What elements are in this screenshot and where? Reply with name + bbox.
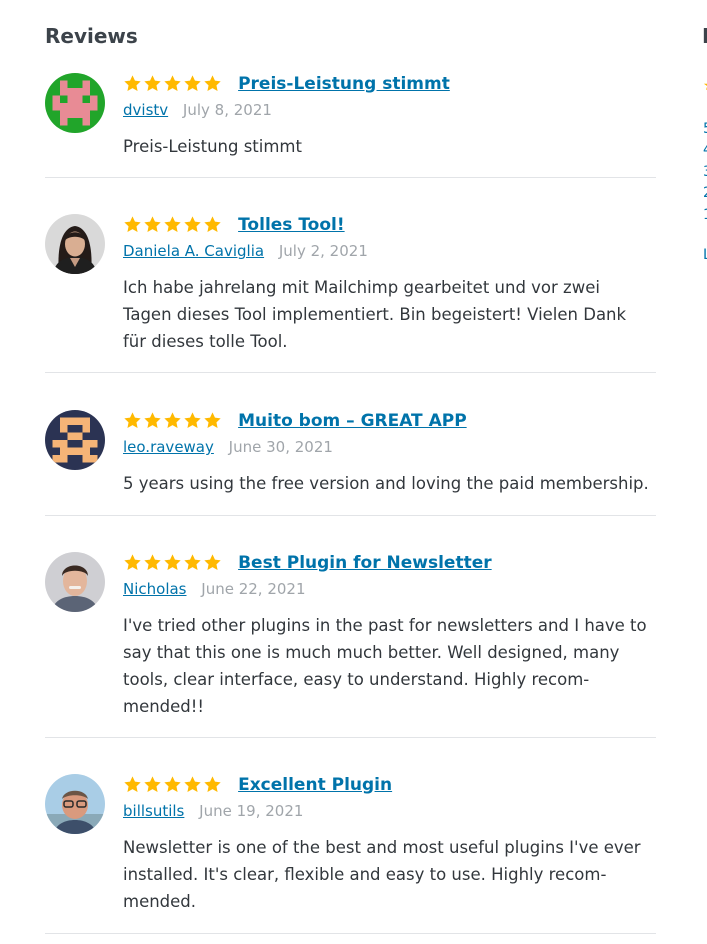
review-item: Best Plugin for Newsletter Nicholas June… [45, 552, 656, 738]
review-item: Tolles Tool! Daniela A. Caviglia July 2,… [45, 214, 656, 373]
review-body: Newsletter is one of the best and most u… [123, 834, 663, 915]
review-body: Ich habe jahrelang mit Mailchimp gearbei… [123, 274, 663, 355]
star-icon [204, 776, 221, 792]
sidebar-link-fragment[interactable]: L [703, 247, 707, 263]
review-item: Preis-Leistung stimmt dvistv July 8, 202… [45, 73, 656, 178]
avatar[interactable] [45, 774, 105, 834]
star-icon [144, 216, 161, 232]
star-icon [164, 776, 181, 792]
rating-filter-5[interactable]: 5 [703, 121, 707, 137]
ratings-heading-fragment: I [702, 24, 707, 48]
review-body-line: Preis-Leistung stimmt [123, 137, 302, 156]
rating-stars [123, 775, 222, 794]
review-body: Preis-Leistung stimmt [123, 133, 663, 160]
rating-stars [123, 215, 222, 234]
review-date: June 22, 2021 [201, 580, 306, 598]
star-icon [184, 776, 201, 792]
review-body-line: Newsletter is one of the best and most u… [123, 838, 641, 857]
rating-stars [123, 74, 222, 93]
rating-filter-3[interactable]: 3 [703, 164, 707, 180]
star-icon [184, 412, 201, 428]
star-icon [164, 554, 181, 570]
rating-stars [123, 553, 222, 572]
star-icon [124, 554, 141, 570]
review-author-link[interactable]: Nicholas [123, 580, 187, 598]
star-icon [144, 75, 161, 91]
avatar[interactable] [45, 214, 105, 274]
star-icon [124, 776, 141, 792]
review-body-line: I've tried other plugins in the past for… [123, 616, 647, 635]
photo-woman [45, 214, 105, 274]
star-icon [164, 412, 181, 428]
star-icon [144, 554, 161, 570]
star-icon [124, 75, 141, 91]
review-date: June 30, 2021 [228, 438, 333, 456]
reviews-heading: Reviews [45, 24, 138, 48]
review-title-link[interactable]: Excellent Plugin [238, 775, 392, 795]
review-body: 5 years using the free version and lovin… [123, 470, 663, 497]
avatar[interactable] [45, 73, 105, 133]
review-title-link[interactable]: Best Plugin for Newsletter [238, 553, 492, 573]
avatar[interactable] [45, 410, 105, 470]
review-body-line: für dieses tolle Tool. [123, 332, 288, 351]
review-author-link[interactable]: leo.raveway [123, 438, 214, 456]
star-icon [164, 75, 181, 91]
review-title-link[interactable]: Preis-Leistung stimmt [238, 74, 450, 94]
star-icon [184, 216, 201, 232]
review-body-line: installed. It's clear, flexible and easy… [123, 865, 607, 884]
rating-filter-1[interactable]: 1 [703, 207, 707, 223]
review-author-link[interactable]: dvistv [123, 101, 168, 119]
review-body-line: 5 years using the free version and lovin… [123, 474, 649, 493]
star-icon [144, 412, 161, 428]
photo-man-glasses [45, 774, 105, 834]
identicon-green [45, 73, 105, 133]
review-body-line: mended!! [123, 697, 205, 716]
review-body: I've tried other plugins in the past for… [123, 612, 663, 720]
review-body-line: Ich habe jahrelang mit Mailchimp gearbei… [123, 278, 600, 297]
star-icon [204, 75, 221, 91]
review-date: July 2, 2021 [278, 242, 368, 260]
review-body-line: tools, clear interface, easy to understa… [123, 670, 590, 689]
star-icon [124, 216, 141, 232]
review-body-line: Tagen dieses Tool implementiert. Bin beg… [123, 305, 627, 324]
star-icon [144, 776, 161, 792]
rating-stars [123, 411, 222, 430]
review-author-link[interactable]: Daniela A. Caviglia [123, 242, 264, 260]
star-icon [204, 412, 221, 428]
review-date: June 19, 2021 [199, 802, 304, 820]
review-title-link[interactable]: Tolles Tool! [238, 215, 345, 235]
review-item: Excellent Plugin billsutils June 19, 202… [45, 774, 656, 934]
review-author-link[interactable]: billsutils [123, 802, 184, 820]
ratings-star-icon: ★ [703, 78, 707, 94]
star-icon [184, 554, 201, 570]
star-icon [204, 216, 221, 232]
star-icon [124, 412, 141, 428]
avatar[interactable] [45, 552, 105, 612]
review-body-line: mended. [123, 892, 197, 911]
star-icon [204, 554, 221, 570]
star-icon [164, 216, 181, 232]
identicon-navy [45, 410, 105, 470]
rating-filter-2[interactable]: 2 [703, 185, 707, 201]
review-body-line: say that this one is much much better. W… [123, 643, 620, 662]
photo-man [45, 552, 105, 612]
review-item: Muito bom – GREAT APP leo.raveway June 3… [45, 410, 656, 516]
review-title-link[interactable]: Muito bom – GREAT APP [238, 411, 467, 431]
star-icon [184, 75, 201, 91]
review-date: July 8, 2021 [182, 101, 272, 119]
rating-filter-4[interactable]: 4 [703, 142, 707, 158]
